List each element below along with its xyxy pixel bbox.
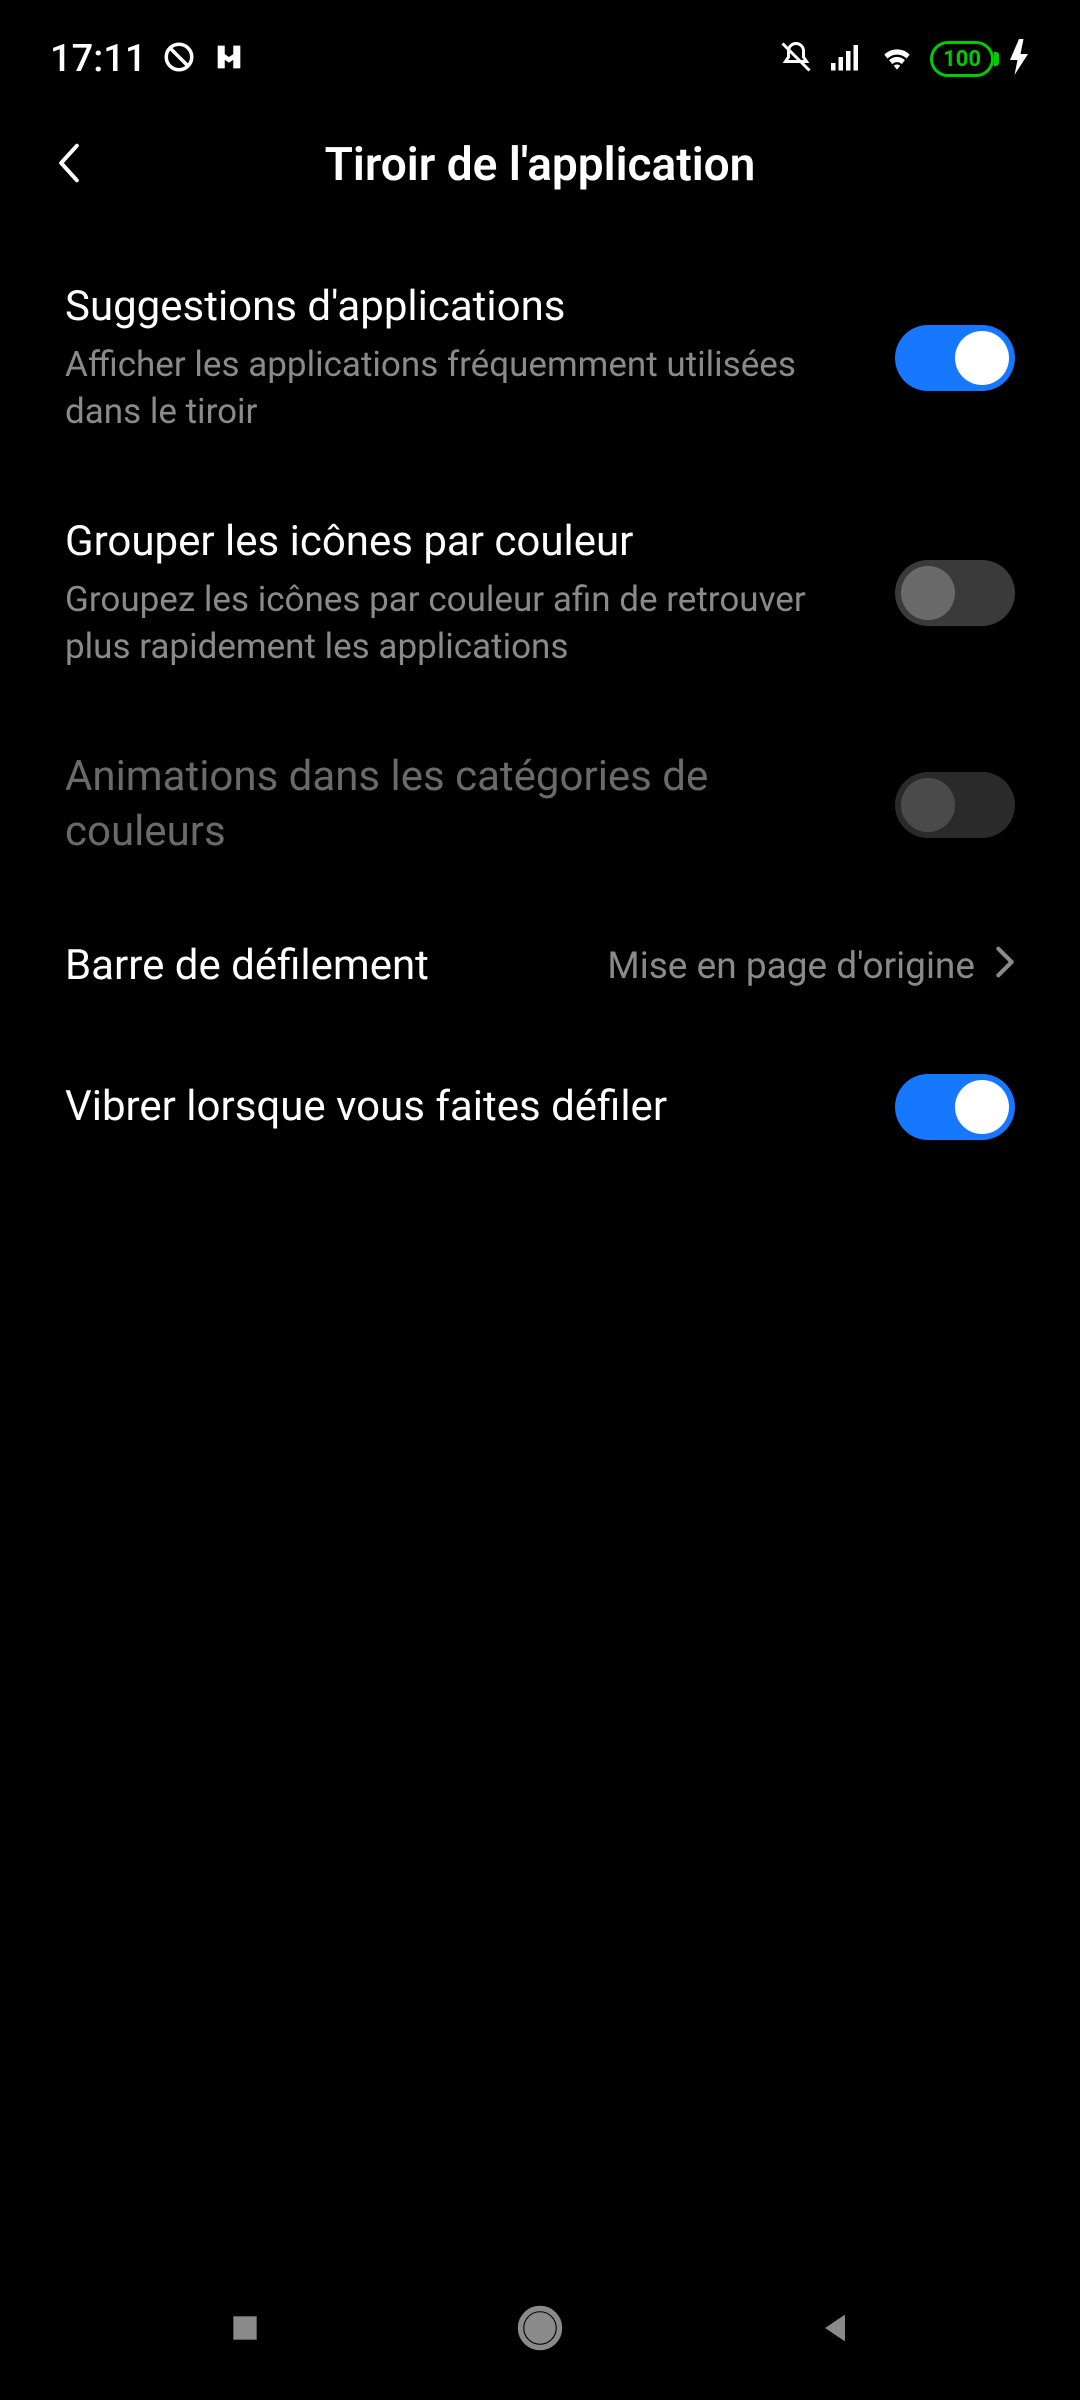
setting-value: Mise en page d'origine: [607, 945, 975, 988]
mute-icon: [778, 39, 814, 79]
setting-text: Suggestions d'applications Afficher les …: [65, 280, 865, 435]
setting-scrollbar[interactable]: Barre de défilement Mise en page d'origi…: [65, 899, 1015, 1034]
chevron-right-icon: [995, 945, 1015, 989]
setting-text: Barre de défilement: [65, 939, 577, 994]
wifi-icon: [878, 38, 916, 80]
toggle-animations: [895, 772, 1015, 838]
setting-title: Vibrer lorsque vous faites défiler: [65, 1080, 865, 1135]
nav-recent-icon[interactable]: [225, 2308, 265, 2352]
setting-vibrate[interactable]: Vibrer lorsque vous faites défiler: [65, 1034, 1015, 1180]
nav-back-icon[interactable]: [815, 2308, 855, 2352]
setting-title: Animations dans les catégories de couleu…: [65, 750, 865, 859]
status-right: 100: [778, 38, 1030, 80]
page-title: Tiroir de l'application: [45, 138, 1035, 192]
nav-bar: [0, 2260, 1080, 2400]
charging-icon: [1008, 39, 1030, 79]
nav-home-icon[interactable]: [514, 2302, 566, 2358]
toggle-knob: [901, 778, 955, 832]
battery-level: 100: [943, 47, 981, 72]
toggle-knob: [955, 331, 1009, 385]
battery-indicator: 100: [930, 41, 994, 77]
setting-value-wrap: Mise en page d'origine: [607, 945, 1015, 989]
setting-subtitle: Groupez les icônes par couleur afin de r…: [65, 576, 865, 671]
setting-animations: Animations dans les catégories de couleu…: [65, 710, 1015, 899]
toggle-knob: [955, 1080, 1009, 1134]
toggle-group-by-color[interactable]: [895, 560, 1015, 626]
header: Tiroir de l'application: [0, 90, 1080, 240]
status-left: 17:11: [50, 37, 246, 81]
setting-title: Barre de défilement: [65, 939, 577, 994]
signal-icon: [828, 39, 864, 79]
setting-text: Grouper les icônes par couleur Groupez l…: [65, 515, 865, 670]
setting-title: Suggestions d'applications: [65, 280, 865, 335]
sync-icon: [162, 40, 196, 78]
setting-text: Vibrer lorsque vous faites défiler: [65, 1080, 865, 1135]
toggle-vibrate[interactable]: [895, 1074, 1015, 1140]
setting-text: Animations dans les catégories de couleu…: [65, 750, 865, 859]
status-time: 17:11: [50, 37, 146, 81]
status-bar: 17:11 100: [0, 0, 1080, 90]
settings-list: Suggestions d'applications Afficher les …: [0, 240, 1080, 1180]
setting-suggestions[interactable]: Suggestions d'applications Afficher les …: [65, 240, 1015, 475]
setting-title: Grouper les icônes par couleur: [65, 515, 865, 570]
back-icon[interactable]: [55, 141, 83, 189]
app-icon: [212, 40, 246, 78]
setting-subtitle: Afficher les applications fréquemment ut…: [65, 341, 865, 436]
toggle-suggestions[interactable]: [895, 325, 1015, 391]
setting-group-by-color[interactable]: Grouper les icônes par couleur Groupez l…: [65, 475, 1015, 710]
toggle-knob: [901, 566, 955, 620]
